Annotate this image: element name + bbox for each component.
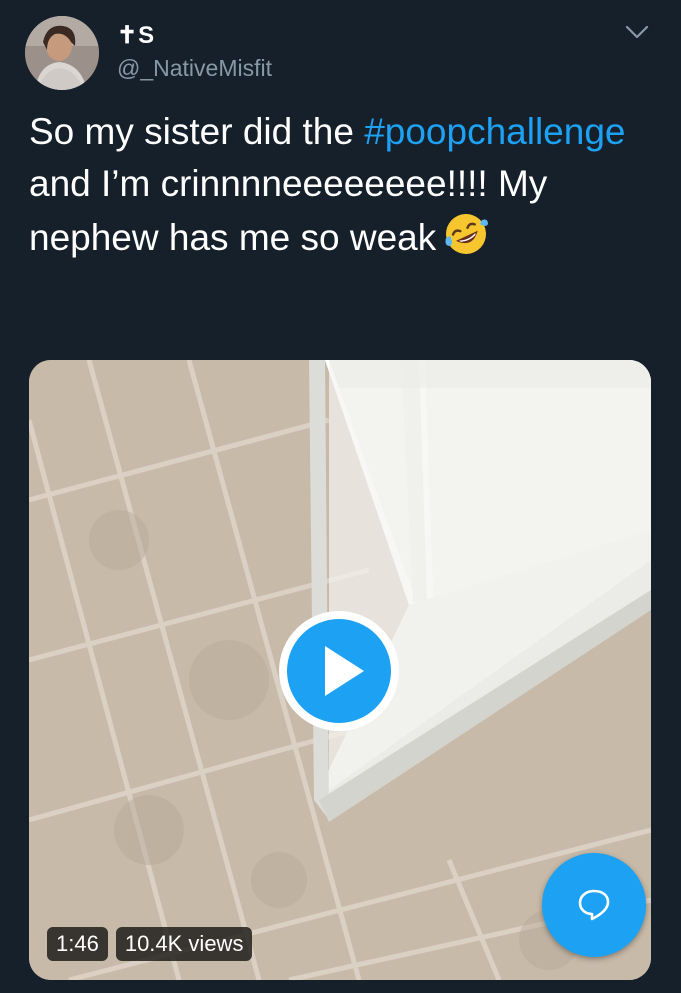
video-meta: 1:46 10.4K views xyxy=(47,927,253,961)
avatar[interactable] xyxy=(25,16,99,90)
play-icon xyxy=(279,611,399,731)
user-handle[interactable]: @_NativeMisfit xyxy=(117,55,272,82)
tweet-text-part: So my sister did the xyxy=(29,111,365,152)
compose-button[interactable] xyxy=(542,853,646,957)
view-count: 10.4K views xyxy=(115,927,253,961)
play-button[interactable] xyxy=(276,608,402,734)
hashtag-link[interactable]: #poopchallenge xyxy=(364,111,625,152)
rolling-on-floor-laughing-icon xyxy=(442,210,490,258)
display-name[interactable]: ✝S xyxy=(117,21,155,50)
video-duration: 1:46 xyxy=(47,927,108,961)
tweet-text: So my sister did the #poopchallenge and … xyxy=(29,106,629,264)
avatar-image xyxy=(25,16,99,90)
tweet-card: ✝S @_NativeMisfit So my sister did the #… xyxy=(0,0,681,993)
compose-reply-icon xyxy=(578,889,610,921)
chevron-down-icon[interactable] xyxy=(622,20,652,44)
